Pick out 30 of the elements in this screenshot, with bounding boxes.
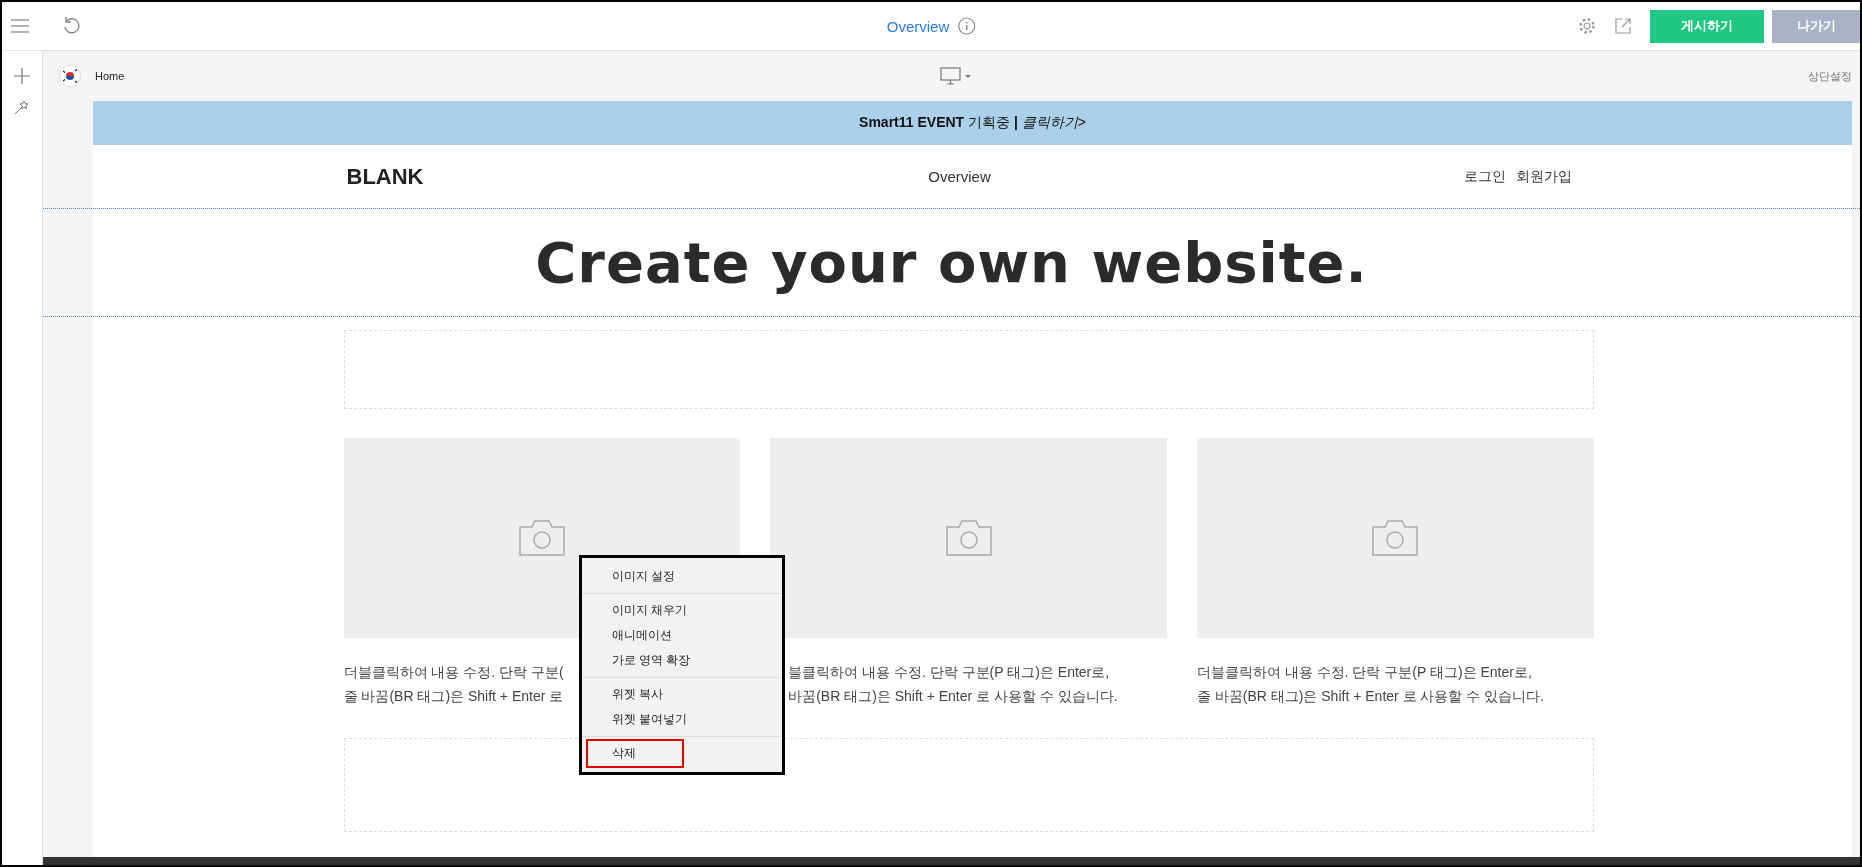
site-logo[interactable]: BLANK — [346, 163, 547, 190]
menu-item[interactable]: 위젯 붙여넣기 — [581, 707, 782, 732]
camera-icon — [518, 520, 565, 556]
page-name[interactable]: Home — [95, 70, 125, 82]
magic-wand-icon[interactable] — [14, 99, 30, 115]
menu-item[interactable]: 위젯 복사 — [581, 682, 782, 707]
undo-icon[interactable] — [62, 16, 82, 36]
nav-link[interactable]: 회원가입 — [1516, 167, 1573, 186]
desktop-view-icon[interactable] — [939, 67, 972, 85]
menu-item[interactable]: 이미지 설정 — [581, 564, 782, 589]
event-banner[interactable]: Smart11 EVENT 기획중 | 클릭하기> — [93, 101, 1852, 145]
nav-link[interactable]: 로그인 — [1464, 167, 1507, 186]
menu-icon[interactable] — [10, 18, 30, 34]
add-icon[interactable] — [13, 67, 31, 85]
menu-item[interactable]: 삭제 — [587, 741, 682, 766]
nav-link[interactable]: Overview — [928, 168, 991, 185]
header-settings-link[interactable]: 상단설정 — [1652, 68, 1852, 84]
menu-item[interactable]: 가로 영역 확장 — [581, 648, 782, 673]
menu-item[interactable]: 이미지 채우기 — [581, 598, 782, 623]
info-icon[interactable] — [957, 17, 976, 35]
flag-icon[interactable] — [59, 65, 81, 87]
hero-heading: Create your own website. — [535, 230, 1368, 295]
paragraph-text[interactable]: 더블클릭하여 내용 수정. 단락 구분(P 태그)은 Enter로, 줄 바꿈(BR 태그)은 Shift + Enter 로 사용할 수 있습니다. — [1196, 660, 1594, 708]
settings-icon[interactable] — [1578, 17, 1596, 35]
page-title: Overview — [886, 17, 950, 35]
banner-text[interactable]: Smart11 EVENT 기획중 | 클릭하기> — [859, 114, 1086, 132]
menu-item[interactable]: 애니메이션 — [581, 623, 782, 648]
camera-icon — [1372, 520, 1419, 556]
external-link-icon[interactable] — [1614, 17, 1632, 35]
camera-icon — [945, 520, 992, 556]
